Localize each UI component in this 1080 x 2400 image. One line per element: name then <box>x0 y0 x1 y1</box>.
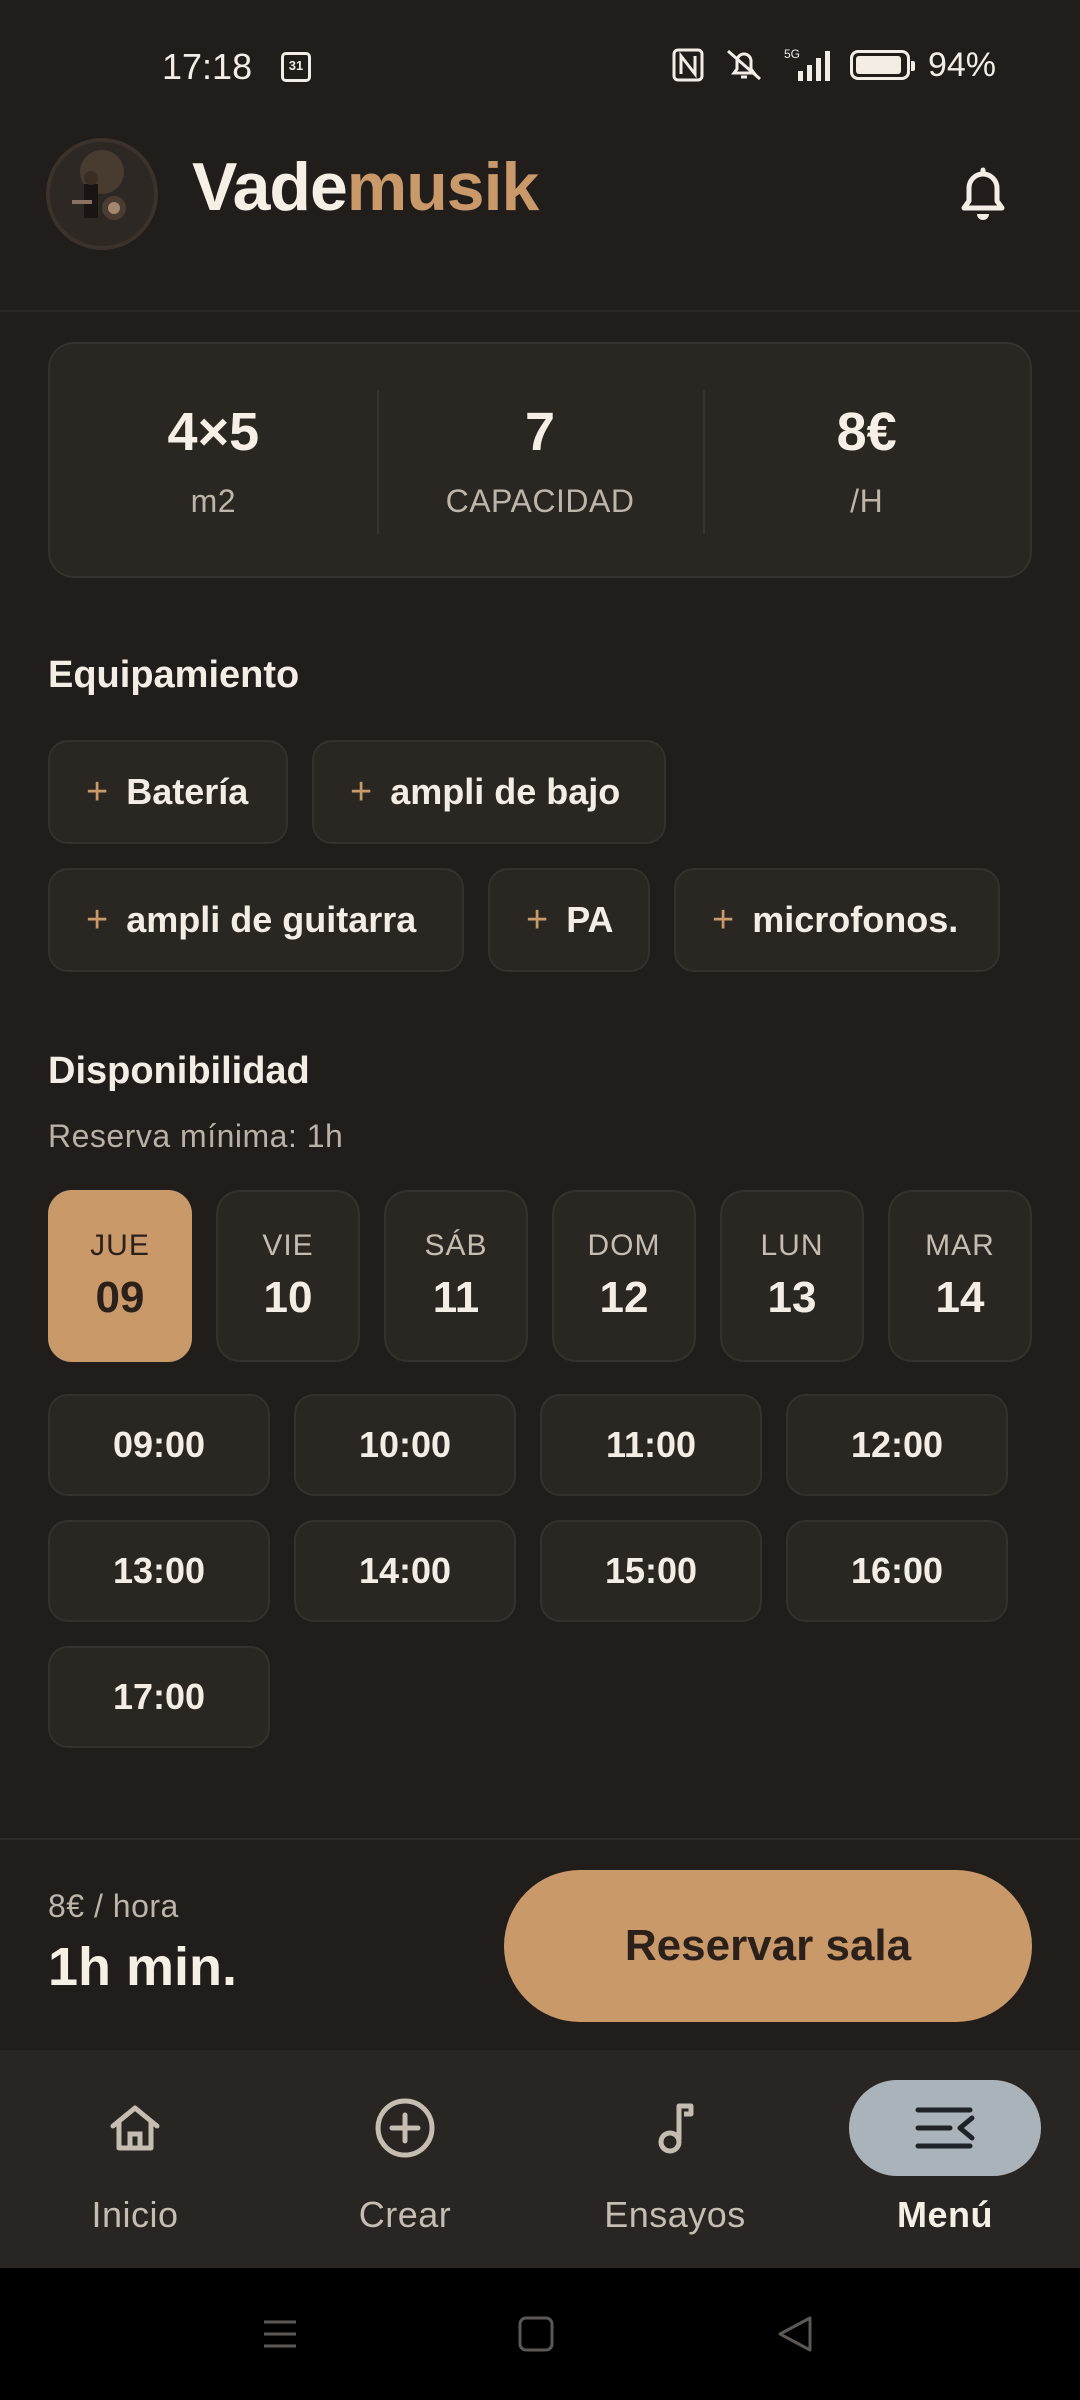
day-number: 10 <box>263 1273 313 1322</box>
stat-capacity: 7 CAPACIDAD <box>376 344 704 576</box>
day-button[interactable]: LUN 13 <box>720 1190 864 1362</box>
nav-label: Ensayos <box>604 2194 746 2235</box>
app-title-part2: musik <box>346 149 540 225</box>
network-label: 5G <box>784 47 800 61</box>
app-header: Vademusik <box>0 130 1080 312</box>
status-bar: 17:18 31 5G 94% <box>0 0 1080 130</box>
stat-value: 7 <box>524 401 556 462</box>
nfc-icon <box>672 47 704 83</box>
stat-size: 4×5 m2 <box>50 344 377 576</box>
time-slot-button[interactable]: 14:00 <box>294 1520 516 1622</box>
equipment-chip[interactable]: + ampli de bajo <box>312 740 666 844</box>
notifications-bell-icon[interactable] <box>950 160 1016 226</box>
stat-price: 8€ /H <box>703 344 1030 576</box>
avatar-image <box>50 142 154 246</box>
app-title-part1: Vade <box>192 149 348 225</box>
battery-icon <box>849 50 915 80</box>
time-slot-button[interactable]: 09:00 <box>48 1394 270 1496</box>
plus-icon: + <box>86 770 109 813</box>
calendar-notification-icon: 31 <box>281 52 311 82</box>
day-number: 14 <box>935 1273 985 1322</box>
equipment-chip[interactable]: + Batería <box>48 740 288 844</box>
day-number: 13 <box>767 1273 817 1322</box>
battery-fill <box>855 56 902 74</box>
equipment-chip-label: PA <box>566 899 614 940</box>
reserve-room-button[interactable]: Reservar sala <box>504 1870 1032 2022</box>
bottom-navigation: Inicio Crear Ensayos Menú <box>0 2050 1080 2268</box>
stat-label: /H <box>850 482 884 519</box>
day-name: JUE <box>90 1229 150 1262</box>
nav-icon-container <box>849 2080 1041 2176</box>
menu-icon <box>915 2107 975 2149</box>
day-button[interactable]: MAR 14 <box>888 1190 1032 1362</box>
price-per-hour: 8€ / hora <box>48 1888 179 1924</box>
back-icon[interactable] <box>770 2310 818 2358</box>
avatar[interactable] <box>46 138 158 250</box>
home-button-icon[interactable] <box>512 2310 560 2358</box>
nav-icon-container <box>309 2080 501 2176</box>
system-navigation-bar <box>0 2268 1080 2400</box>
status-time: 17:18 <box>162 46 253 87</box>
nav-label: Crear <box>358 2194 452 2235</box>
day-number: 09 <box>95 1273 145 1322</box>
stat-value: 4×5 <box>167 401 260 462</box>
availability-subtitle: Reserva mínima: 1h <box>48 1118 344 1154</box>
add-circle-icon <box>375 2098 435 2158</box>
day-name: SÁB <box>424 1229 488 1262</box>
stat-label: CAPACIDAD <box>445 482 635 519</box>
day-button[interactable]: DOM 12 <box>552 1190 696 1362</box>
plus-icon: + <box>712 898 735 941</box>
plus-icon: + <box>86 898 109 941</box>
time-slot-button[interactable]: 12:00 <box>786 1394 1008 1496</box>
day-name: DOM <box>587 1229 661 1262</box>
nav-label: Inicio <box>91 2194 179 2235</box>
time-slot-button[interactable]: 13:00 <box>48 1520 270 1622</box>
equipment-chip-label: ampli de bajo <box>390 771 621 812</box>
equipment-chip[interactable]: + PA <box>488 868 650 972</box>
home-icon <box>110 2105 160 2151</box>
nav-label: Menú <box>897 2194 993 2235</box>
equipment-chip[interactable]: + microfonos. <box>674 868 1000 972</box>
app-title: Vademusik <box>192 148 540 226</box>
time-slot-button[interactable]: 11:00 <box>540 1394 762 1496</box>
booking-bar: 8€ / hora 1h min. Reservar sala <box>0 1838 1080 2050</box>
time-slot-button[interactable]: 15:00 <box>540 1520 762 1622</box>
day-button[interactable]: JUE 09 <box>48 1190 192 1362</box>
time-slot-button[interactable]: 17:00 <box>48 1646 270 1748</box>
day-name: MAR <box>925 1229 995 1262</box>
music-note-icon <box>658 2103 694 2154</box>
nav-icon-container <box>579 2080 771 2176</box>
stat-value: 8€ <box>836 401 897 462</box>
plus-icon: + <box>350 770 373 813</box>
nav-icon-container <box>39 2080 231 2176</box>
minimum-duration: 1h min. <box>48 1937 238 1997</box>
plus-icon: + <box>526 898 549 941</box>
battery-percent: 94% <box>927 45 996 84</box>
mute-icon <box>722 47 766 83</box>
day-number: 11 <box>432 1273 480 1322</box>
equipment-chip-label: ampli de guitarra <box>126 899 417 940</box>
time-slot-button[interactable]: 16:00 <box>786 1520 1008 1622</box>
stat-label: m2 <box>190 482 237 519</box>
nav-item-menu[interactable]: Menú <box>810 2080 1080 2236</box>
day-name: VIE <box>262 1229 314 1262</box>
equipment-chip-label: microfonos. <box>752 899 959 940</box>
day-button[interactable]: VIE 10 <box>216 1190 360 1362</box>
time-slot-button[interactable]: 10:00 <box>294 1394 516 1496</box>
availability-title: Disponibilidad <box>48 1050 310 1092</box>
equipment-chip-label: Batería <box>126 771 249 812</box>
day-name: LUN <box>760 1229 824 1262</box>
nav-item-home[interactable]: Inicio <box>0 2080 270 2236</box>
day-button[interactable]: SÁB 11 <box>384 1190 528 1362</box>
day-number: 12 <box>599 1273 649 1322</box>
equipment-title: Equipamiento <box>48 654 300 696</box>
nav-item-rehearsals[interactable]: Ensayos <box>540 2080 810 2236</box>
signal-icon: 5G <box>784 47 832 83</box>
recent-apps-icon[interactable] <box>256 2310 304 2358</box>
nav-item-create[interactable]: Crear <box>270 2080 540 2236</box>
equipment-chip[interactable]: + ampli de guitarra <box>48 868 464 972</box>
room-stats-card: 4×5 m2 7 CAPACIDAD 8€ /H <box>48 342 1032 578</box>
